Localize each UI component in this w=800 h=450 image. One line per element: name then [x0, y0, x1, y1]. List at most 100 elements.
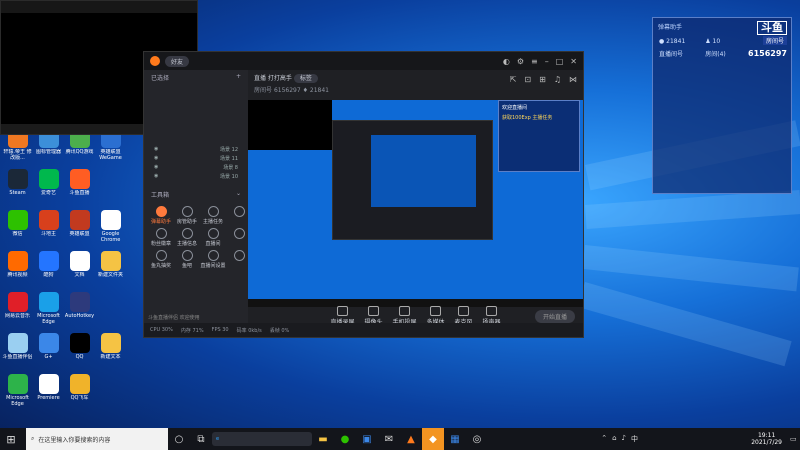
desktop-icon-label: Microsoft Edge [37, 313, 60, 325]
toolbox-item[interactable]: 鱼丸抽奖 [148, 249, 174, 271]
start-icon[interactable]: ⊞ [0, 428, 22, 450]
link-icon[interactable]: ⋈ [569, 75, 577, 84]
tray-chevron-icon[interactable]: ⌃ [601, 434, 607, 444]
input-language[interactable]: 中 [631, 434, 638, 444]
desktop-icon[interactable]: 文档 [64, 249, 95, 290]
overlay-person-icon: ♟ [705, 38, 711, 45]
tool-label: 鱼丸抽奖 [150, 263, 171, 269]
toolbox-item[interactable]: 粉丝徽章 [148, 227, 174, 249]
skin-icon[interactable]: ◐ [503, 57, 510, 66]
desktop-icon[interactable]: 酷狗 [33, 249, 64, 290]
explorer-taskbar-icon[interactable]: ▬ [312, 428, 334, 450]
toolbox-item[interactable]: 弹幕助手 [148, 205, 174, 227]
stream-preview[interactable]: 欢迎直播间 获取100Exp 主播任务 [248, 100, 583, 307]
desktop-icon[interactable]: Microsoft Edge [2, 372, 33, 413]
toolbox-item[interactable]: 直播间 [200, 227, 226, 249]
desktop-icon [95, 290, 126, 331]
preview-banner-subtitle: 获取100Exp 主播任务 [502, 115, 553, 121]
lock-icon[interactable]: ⊡ [524, 75, 531, 84]
scene-item[interactable]: ◉ 场景 8 [144, 163, 248, 172]
vs-taskbar-icon[interactable]: ◆ [422, 428, 444, 450]
desktop-icon [95, 167, 126, 208]
desktop-icon-label: 网易云音乐 [4, 313, 30, 319]
tool-label: 弹幕助手 [150, 219, 171, 225]
tool-icon [207, 228, 219, 239]
close-icon[interactable]: ✕ [570, 57, 577, 66]
visibility-icon[interactable]: ◉ [154, 146, 158, 153]
desktop-icon[interactable]: 网易云音乐 [2, 290, 33, 331]
chat-taskbar-icon[interactable]: ▣ [356, 428, 378, 450]
desktop-icon[interactable]: Google Chrome [95, 208, 126, 249]
visibility-icon[interactable]: ◉ [154, 164, 158, 171]
scene-item[interactable]: ◉ 场景 12 [144, 145, 248, 154]
desktop-icon[interactable]: QQ [64, 331, 95, 372]
scene-section-title: 已选择 [151, 75, 170, 82]
desktop-icon[interactable]: 斗地主 [33, 208, 64, 249]
toolbox-item[interactable]: 主播信息 [174, 227, 200, 249]
wechat-taskbar-icon[interactable]: ● [334, 428, 356, 450]
cortana-icon[interactable]: ○ [168, 428, 190, 450]
taskbar-inner-search[interactable]: e [212, 432, 312, 446]
desktop-icon[interactable]: 新建文本 [95, 331, 126, 372]
desktop-icon[interactable]: 斗鱼直播 [64, 167, 95, 208]
notification-icon[interactable]: ▭ [790, 435, 800, 443]
bell-icon[interactable]: ♫ [554, 75, 561, 84]
desktop-icon[interactable]: G+ [33, 331, 64, 372]
maximize-icon[interactable]: □ [556, 57, 564, 66]
desktop-icon[interactable]: Premiere [33, 372, 64, 413]
desktop-icon-label: AutoHotkey [64, 313, 95, 319]
settings-icon[interactable]: ⚙ [517, 57, 524, 66]
fans-icon: ♦ [302, 87, 308, 94]
visibility-icon[interactable]: ◉ [154, 173, 158, 180]
app-taskbar-icon[interactable]: ▦ [444, 428, 466, 450]
volume-icon[interactable]: ♪ [622, 434, 626, 444]
desktop-icon[interactable]: 新建文件夹 [95, 249, 126, 290]
desktop-icon[interactable]: Microsoft Edge [33, 290, 64, 331]
minimize-icon[interactable]: – [545, 57, 549, 66]
network-icon[interactable]: ⌂ [612, 434, 616, 444]
share-icon[interactable]: ⇱ [510, 75, 517, 84]
mail-taskbar-icon[interactable]: ✉ [378, 428, 400, 450]
studio-titlebar[interactable]: 好友 ◐ ⚙ ≡ – □ ✕ [144, 52, 583, 70]
toolbox-item[interactable]: 主播任务 [200, 205, 226, 227]
desktop-icon[interactable]: AutoHotkey [64, 290, 95, 331]
room-tag[interactable]: 标签 [293, 74, 318, 83]
toolbox-item[interactable]: 直播间设置 [200, 249, 226, 271]
tool-icon [155, 228, 167, 239]
studio-left-panel: 已选择 + ◉ 场景 12 ◉ 场景 11 ◉ 场景 8 ◉ 场景 10 工具箱 ⌄ 弹幕助手… [144, 70, 248, 323]
studio-title-pill[interactable]: 好友 [165, 55, 190, 67]
toolbox-collapse-icon[interactable]: ⌄ [236, 190, 241, 199]
scene-item[interactable]: ◉ 场景 11 [144, 154, 248, 163]
taskbar-search[interactable]: ⌕ 在这里输入你要搜索的内容 [26, 428, 168, 450]
taskbar-clock[interactable]: 19:11 2021/7/29 [751, 432, 790, 446]
task-view-icon[interactable]: ⧉ [190, 428, 212, 450]
douyu-taskbar-icon[interactable]: ▲ [400, 428, 422, 450]
scene-item[interactable]: ◉ 场景 10 [144, 172, 248, 181]
steam-taskbar-icon[interactable]: ◎ [466, 428, 488, 450]
gift-icon[interactable]: ⊞ [539, 75, 546, 84]
visibility-icon[interactable]: ◉ [154, 155, 158, 162]
desktop-icon[interactable]: 爱奇艺 [33, 167, 64, 208]
room-title[interactable]: 直播 打打高手 [254, 75, 292, 82]
app-icon [7, 333, 28, 353]
desktop-icon[interactable]: 斗鱼直播伴侣 [2, 331, 33, 372]
desktop-icon[interactable]: 微信 [2, 208, 33, 249]
tool-label: 粉丝徽章 [150, 241, 171, 247]
phone-icon [398, 306, 410, 316]
danmaku-overlay[interactable]: 弹幕助手 斗鱼 ● 21841 ♟ 10 房间号 直播间号 房间(4) 6156… [652, 17, 792, 194]
toolbox-item[interactable]: 房管助手 [174, 205, 200, 227]
start-stream-button[interactable]: 开始直播 [534, 310, 575, 323]
desktop-icon[interactable]: QQ飞车 [64, 372, 95, 413]
status-item: 丢帧 0% [269, 327, 290, 334]
folder-icon [100, 251, 121, 271]
toolbox-item[interactable]: 鱼吧 [174, 249, 200, 271]
clock-time: 19:11 [757, 432, 776, 439]
edge-icon [38, 292, 59, 312]
desktop-icon[interactable]: 英雄联盟 [64, 208, 95, 249]
desktop-icon[interactable]: Steam [2, 167, 33, 208]
black-window-titlebar[interactable] [1, 1, 197, 13]
screen-icon [336, 306, 348, 316]
menu-icon[interactable]: ≡ [531, 57, 538, 66]
desktop-icon[interactable]: 腾讯视频 [2, 249, 33, 290]
add-scene-button[interactable]: + [236, 73, 241, 82]
